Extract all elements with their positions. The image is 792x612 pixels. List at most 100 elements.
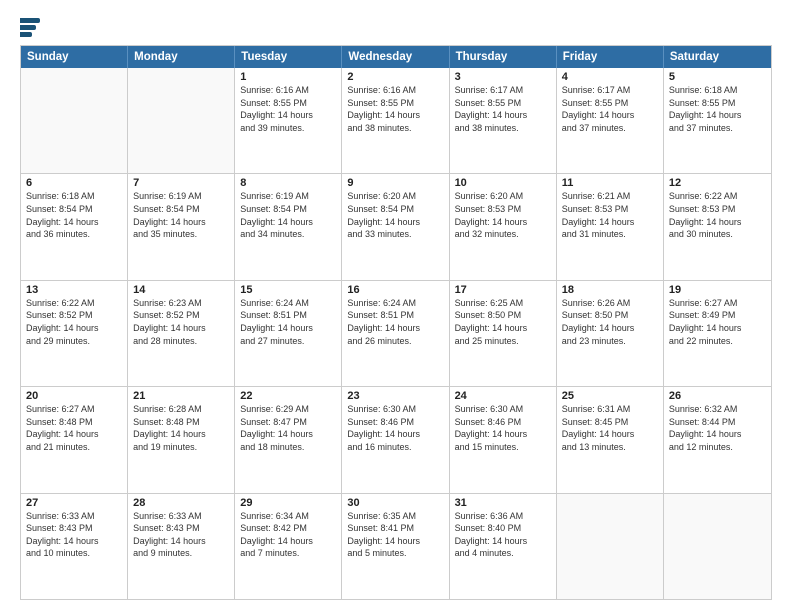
calendar-day-5: 5Sunrise: 6:18 AM Sunset: 8:55 PM Daylig… bbox=[664, 68, 771, 173]
calendar-day-19: 19Sunrise: 6:27 AM Sunset: 8:49 PM Dayli… bbox=[664, 281, 771, 386]
day-detail: Sunrise: 6:30 AM Sunset: 8:46 PM Dayligh… bbox=[455, 403, 551, 453]
calendar-week-3: 13Sunrise: 6:22 AM Sunset: 8:52 PM Dayli… bbox=[21, 280, 771, 386]
calendar-weekday-sunday: Sunday bbox=[21, 46, 128, 68]
day-detail: Sunrise: 6:25 AM Sunset: 8:50 PM Dayligh… bbox=[455, 297, 551, 347]
day-number: 16 bbox=[347, 284, 443, 296]
calendar-weekday-monday: Monday bbox=[128, 46, 235, 68]
day-number: 31 bbox=[455, 497, 551, 509]
day-detail: Sunrise: 6:20 AM Sunset: 8:53 PM Dayligh… bbox=[455, 190, 551, 240]
calendar-week-2: 6Sunrise: 6:18 AM Sunset: 8:54 PM Daylig… bbox=[21, 173, 771, 279]
calendar-day-10: 10Sunrise: 6:20 AM Sunset: 8:53 PM Dayli… bbox=[450, 174, 557, 279]
day-number: 29 bbox=[240, 497, 336, 509]
day-detail: Sunrise: 6:17 AM Sunset: 8:55 PM Dayligh… bbox=[562, 84, 658, 134]
calendar-day-24: 24Sunrise: 6:30 AM Sunset: 8:46 PM Dayli… bbox=[450, 387, 557, 492]
day-detail: Sunrise: 6:17 AM Sunset: 8:55 PM Dayligh… bbox=[455, 84, 551, 134]
calendar-week-1: 1Sunrise: 6:16 AM Sunset: 8:55 PM Daylig… bbox=[21, 68, 771, 173]
calendar-day-18: 18Sunrise: 6:26 AM Sunset: 8:50 PM Dayli… bbox=[557, 281, 664, 386]
day-number: 22 bbox=[240, 390, 336, 402]
day-number: 30 bbox=[347, 497, 443, 509]
day-number: 1 bbox=[240, 71, 336, 83]
day-detail: Sunrise: 6:18 AM Sunset: 8:54 PM Dayligh… bbox=[26, 190, 122, 240]
day-detail: Sunrise: 6:35 AM Sunset: 8:41 PM Dayligh… bbox=[347, 510, 443, 560]
day-number: 6 bbox=[26, 177, 122, 189]
calendar-day-1: 1Sunrise: 6:16 AM Sunset: 8:55 PM Daylig… bbox=[235, 68, 342, 173]
calendar-day-11: 11Sunrise: 6:21 AM Sunset: 8:53 PM Dayli… bbox=[557, 174, 664, 279]
day-number: 4 bbox=[562, 71, 658, 83]
flag-piece-2 bbox=[20, 25, 36, 30]
logo-flag-icon bbox=[20, 18, 40, 37]
day-detail: Sunrise: 6:32 AM Sunset: 8:44 PM Dayligh… bbox=[669, 403, 766, 453]
logo bbox=[20, 18, 44, 37]
day-detail: Sunrise: 6:27 AM Sunset: 8:48 PM Dayligh… bbox=[26, 403, 122, 453]
day-detail: Sunrise: 6:29 AM Sunset: 8:47 PM Dayligh… bbox=[240, 403, 336, 453]
day-detail: Sunrise: 6:27 AM Sunset: 8:49 PM Dayligh… bbox=[669, 297, 766, 347]
day-detail: Sunrise: 6:36 AM Sunset: 8:40 PM Dayligh… bbox=[455, 510, 551, 560]
page: SundayMondayTuesdayWednesdayThursdayFrid… bbox=[0, 0, 792, 612]
calendar-week-4: 20Sunrise: 6:27 AM Sunset: 8:48 PM Dayli… bbox=[21, 386, 771, 492]
calendar-day-3: 3Sunrise: 6:17 AM Sunset: 8:55 PM Daylig… bbox=[450, 68, 557, 173]
calendar-day-15: 15Sunrise: 6:24 AM Sunset: 8:51 PM Dayli… bbox=[235, 281, 342, 386]
day-detail: Sunrise: 6:16 AM Sunset: 8:55 PM Dayligh… bbox=[240, 84, 336, 134]
day-number: 20 bbox=[26, 390, 122, 402]
calendar-day-31: 31Sunrise: 6:36 AM Sunset: 8:40 PM Dayli… bbox=[450, 494, 557, 599]
day-number: 11 bbox=[562, 177, 658, 189]
day-detail: Sunrise: 6:33 AM Sunset: 8:43 PM Dayligh… bbox=[26, 510, 122, 560]
calendar: SundayMondayTuesdayWednesdayThursdayFrid… bbox=[20, 45, 772, 600]
day-detail: Sunrise: 6:33 AM Sunset: 8:43 PM Dayligh… bbox=[133, 510, 229, 560]
calendar-weekday-friday: Friday bbox=[557, 46, 664, 68]
header bbox=[20, 18, 772, 37]
calendar-day-26: 26Sunrise: 6:32 AM Sunset: 8:44 PM Dayli… bbox=[664, 387, 771, 492]
day-number: 23 bbox=[347, 390, 443, 402]
day-detail: Sunrise: 6:19 AM Sunset: 8:54 PM Dayligh… bbox=[240, 190, 336, 240]
calendar-header: SundayMondayTuesdayWednesdayThursdayFrid… bbox=[21, 46, 771, 68]
calendar-day-empty-0-0 bbox=[21, 68, 128, 173]
day-detail: Sunrise: 6:22 AM Sunset: 8:53 PM Dayligh… bbox=[669, 190, 766, 240]
day-number: 21 bbox=[133, 390, 229, 402]
day-number: 15 bbox=[240, 284, 336, 296]
calendar-day-21: 21Sunrise: 6:28 AM Sunset: 8:48 PM Dayli… bbox=[128, 387, 235, 492]
calendar-day-16: 16Sunrise: 6:24 AM Sunset: 8:51 PM Dayli… bbox=[342, 281, 449, 386]
day-detail: Sunrise: 6:34 AM Sunset: 8:42 PM Dayligh… bbox=[240, 510, 336, 560]
calendar-day-empty-4-6 bbox=[664, 494, 771, 599]
day-detail: Sunrise: 6:23 AM Sunset: 8:52 PM Dayligh… bbox=[133, 297, 229, 347]
calendar-day-28: 28Sunrise: 6:33 AM Sunset: 8:43 PM Dayli… bbox=[128, 494, 235, 599]
day-number: 26 bbox=[669, 390, 766, 402]
day-number: 10 bbox=[455, 177, 551, 189]
flag-piece-3 bbox=[20, 32, 32, 37]
day-number: 9 bbox=[347, 177, 443, 189]
calendar-day-12: 12Sunrise: 6:22 AM Sunset: 8:53 PM Dayli… bbox=[664, 174, 771, 279]
calendar-day-empty-4-5 bbox=[557, 494, 664, 599]
calendar-day-20: 20Sunrise: 6:27 AM Sunset: 8:48 PM Dayli… bbox=[21, 387, 128, 492]
day-detail: Sunrise: 6:24 AM Sunset: 8:51 PM Dayligh… bbox=[347, 297, 443, 347]
calendar-day-13: 13Sunrise: 6:22 AM Sunset: 8:52 PM Dayli… bbox=[21, 281, 128, 386]
day-detail: Sunrise: 6:28 AM Sunset: 8:48 PM Dayligh… bbox=[133, 403, 229, 453]
day-number: 12 bbox=[669, 177, 766, 189]
day-detail: Sunrise: 6:20 AM Sunset: 8:54 PM Dayligh… bbox=[347, 190, 443, 240]
day-number: 14 bbox=[133, 284, 229, 296]
day-detail: Sunrise: 6:21 AM Sunset: 8:53 PM Dayligh… bbox=[562, 190, 658, 240]
calendar-day-30: 30Sunrise: 6:35 AM Sunset: 8:41 PM Dayli… bbox=[342, 494, 449, 599]
calendar-day-23: 23Sunrise: 6:30 AM Sunset: 8:46 PM Dayli… bbox=[342, 387, 449, 492]
calendar-day-14: 14Sunrise: 6:23 AM Sunset: 8:52 PM Dayli… bbox=[128, 281, 235, 386]
calendar-weekday-saturday: Saturday bbox=[664, 46, 771, 68]
day-number: 24 bbox=[455, 390, 551, 402]
day-detail: Sunrise: 6:22 AM Sunset: 8:52 PM Dayligh… bbox=[26, 297, 122, 347]
calendar-day-6: 6Sunrise: 6:18 AM Sunset: 8:54 PM Daylig… bbox=[21, 174, 128, 279]
calendar-day-7: 7Sunrise: 6:19 AM Sunset: 8:54 PM Daylig… bbox=[128, 174, 235, 279]
day-number: 7 bbox=[133, 177, 229, 189]
day-detail: Sunrise: 6:16 AM Sunset: 8:55 PM Dayligh… bbox=[347, 84, 443, 134]
calendar-day-29: 29Sunrise: 6:34 AM Sunset: 8:42 PM Dayli… bbox=[235, 494, 342, 599]
day-number: 3 bbox=[455, 71, 551, 83]
calendar-day-9: 9Sunrise: 6:20 AM Sunset: 8:54 PM Daylig… bbox=[342, 174, 449, 279]
day-detail: Sunrise: 6:19 AM Sunset: 8:54 PM Dayligh… bbox=[133, 190, 229, 240]
day-number: 17 bbox=[455, 284, 551, 296]
calendar-week-5: 27Sunrise: 6:33 AM Sunset: 8:43 PM Dayli… bbox=[21, 493, 771, 599]
calendar-day-25: 25Sunrise: 6:31 AM Sunset: 8:45 PM Dayli… bbox=[557, 387, 664, 492]
calendar-weekday-tuesday: Tuesday bbox=[235, 46, 342, 68]
calendar-day-22: 22Sunrise: 6:29 AM Sunset: 8:47 PM Dayli… bbox=[235, 387, 342, 492]
day-number: 19 bbox=[669, 284, 766, 296]
day-detail: Sunrise: 6:31 AM Sunset: 8:45 PM Dayligh… bbox=[562, 403, 658, 453]
day-number: 27 bbox=[26, 497, 122, 509]
day-number: 13 bbox=[26, 284, 122, 296]
day-number: 28 bbox=[133, 497, 229, 509]
